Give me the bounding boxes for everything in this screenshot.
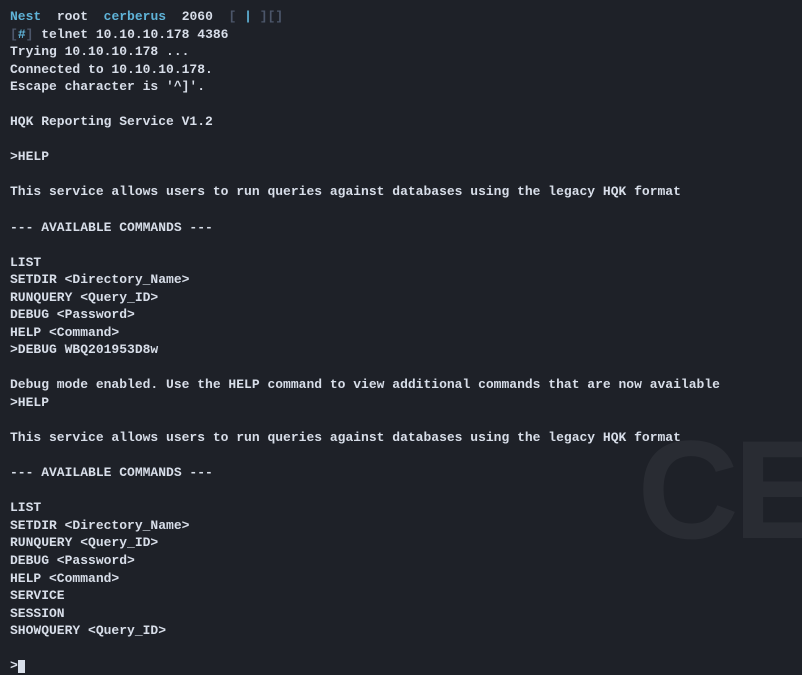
output-line: RUNQUERY <Query_ID> [10,289,792,307]
blank-line [10,412,792,430]
prompt-hash: # [18,27,26,42]
output-line: HQK Reporting Service V1.2 [10,113,792,131]
prompt-caret: > [10,658,18,673]
output-line: --- AVAILABLE COMMANDS --- [10,219,792,237]
status-bracket-close: ] [260,9,268,24]
blank-line [10,640,792,658]
prompt-waiting[interactable]: > [10,657,792,675]
seg-arrow-icon [88,9,104,24]
terminal-content[interactable]: Nest root cerberus 2060 [ | ][] [#] teln… [10,8,792,675]
output-line: LIST [10,499,792,517]
blank-line [10,96,792,114]
status-pid: 2060 [182,9,213,24]
blank-line [10,166,792,184]
command-text: telnet 10.10.10.178 4386 [41,27,228,42]
status-brackets: [] [268,9,284,24]
output-line: SERVICE [10,587,792,605]
output-line: SETDIR <Directory_Name> [10,517,792,535]
output-line: RUNQUERY <Query_ID> [10,534,792,552]
status-host: Nest [10,9,41,24]
seg-arrow-icon [213,9,229,24]
blank-line [10,447,792,465]
status-pipe: | [236,9,259,24]
blank-line [10,482,792,500]
output-line: >HELP [10,394,792,412]
output-line: >HELP [10,148,792,166]
output-line: Debug mode enabled. Use the HELP command… [10,376,792,394]
output-line: Escape character is '^]'. [10,78,792,96]
seg-arrow-icon [166,9,182,24]
status-line: Nest root cerberus 2060 [ | ][] [10,8,792,26]
output-line: Connected to 10.10.10.178. [10,61,792,79]
output-line: LIST [10,254,792,272]
seg-arrow-icon [41,9,57,24]
prompt-line: [#] telnet 10.10.10.178 4386 [10,26,792,44]
output-line: DEBUG <Password> [10,306,792,324]
output-line: SHOWQUERY <Query_ID> [10,622,792,640]
prompt-open: [ [10,27,18,42]
blank-line [10,131,792,149]
status-user: root [57,9,88,24]
blank-line [10,359,792,377]
output-line: Trying 10.10.10.178 ... [10,43,792,61]
output-line: --- AVAILABLE COMMANDS --- [10,464,792,482]
blank-line [10,236,792,254]
output-line: SETDIR <Directory_Name> [10,271,792,289]
output-line: HELP <Command> [10,570,792,588]
output-line: This service allows users to run queries… [10,183,792,201]
blank-line [10,201,792,219]
output-line: SESSION [10,605,792,623]
status-machine: cerberus [104,9,166,24]
output-line: HELP <Command> [10,324,792,342]
output-line: >DEBUG WBQ201953D8w [10,341,792,359]
output-line: This service allows users to run queries… [10,429,792,447]
cursor-icon [18,660,25,673]
output-line: DEBUG <Password> [10,552,792,570]
